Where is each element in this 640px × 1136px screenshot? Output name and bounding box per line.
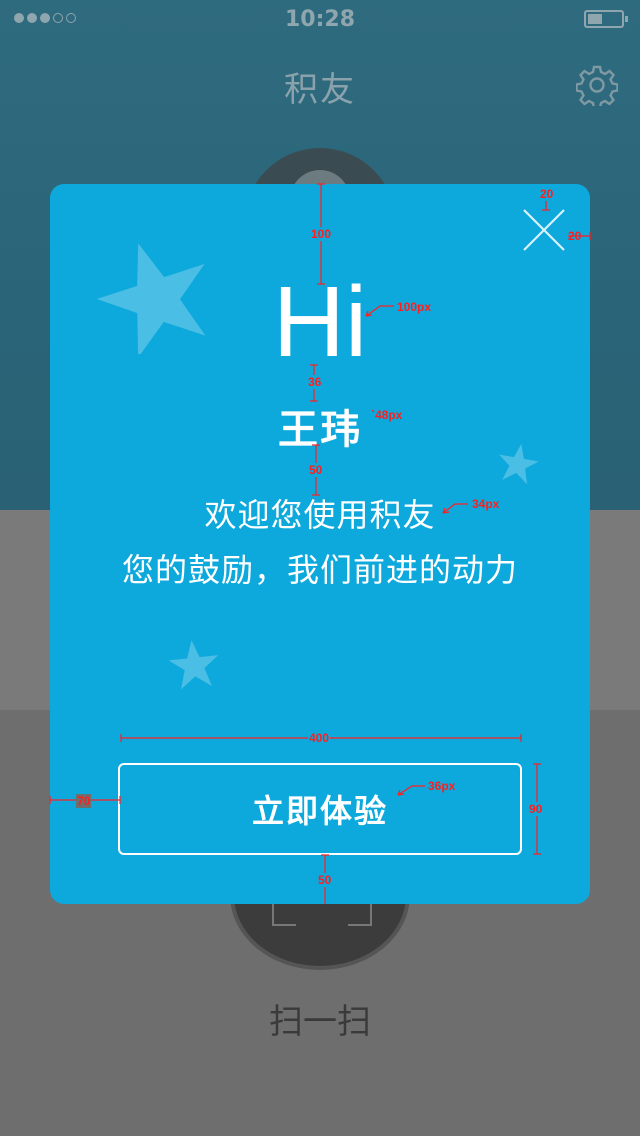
annotation-hi-top: 100 [310, 227, 333, 241]
annotation-name-size: 48px [375, 408, 403, 422]
annotation-button-size: 36px [428, 779, 456, 793]
annotation-close-right: 20 [568, 229, 582, 243]
annotation-hi-size: 100px [397, 300, 432, 314]
annotation-close-top: 20 [539, 187, 555, 201]
annotation-button-left: 70 [76, 794, 92, 808]
annotation-name-welcome-gap: 50 [308, 463, 324, 477]
annotation-button-width: 400 [308, 731, 331, 745]
annotation-welcome-size: 34px [472, 497, 500, 511]
measurement-lines [49, 183, 591, 904]
annotation-button-height: 90 [528, 802, 544, 816]
annotation-button-bottom: 50 [317, 873, 333, 887]
annotation-hi-name-gap: 36 [307, 375, 323, 389]
